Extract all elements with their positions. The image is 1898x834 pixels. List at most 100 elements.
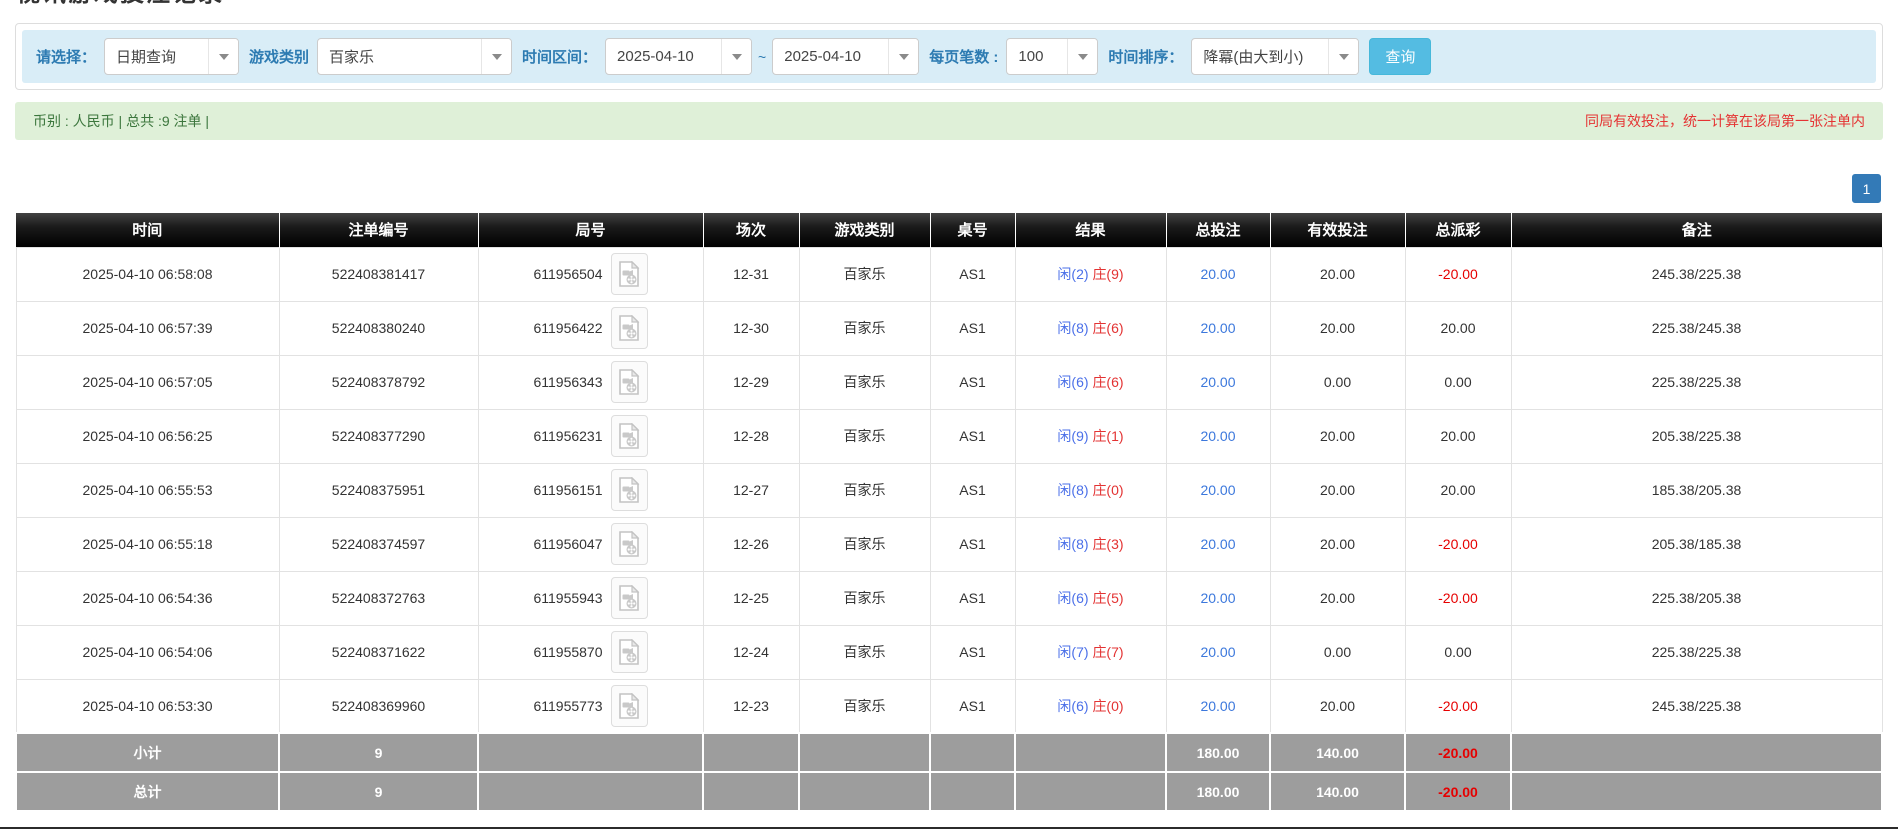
total-bet-cell: 20.00	[1166, 517, 1270, 571]
date-to-value: 2025-04-10	[773, 39, 888, 74]
header-round: 局号	[478, 213, 703, 247]
result-banker: 庄(0)	[1092, 698, 1123, 714]
video-replay-button[interactable]	[611, 523, 648, 565]
valid-bet-cell: 20.00	[1270, 571, 1405, 625]
subtotal-row: 小计 9 180.00 140.00 -20.00	[16, 733, 1882, 772]
query-type-select[interactable]: 日期查询	[104, 38, 239, 75]
session-cell: 12-27	[703, 463, 799, 517]
valid-bet-cell: 20.00	[1270, 463, 1405, 517]
table-no-cell: AS1	[930, 625, 1015, 679]
bet-id-cell: 522408369960	[279, 679, 478, 733]
valid-bet-cell: 20.00	[1270, 517, 1405, 571]
video-replay-button[interactable]	[611, 361, 648, 403]
result-player: 闲(8)	[1057, 320, 1088, 336]
time-cell: 2025-04-10 06:57:39	[16, 301, 279, 355]
video-replay-button[interactable]	[611, 577, 648, 619]
header-valid-bet: 有效投注	[1270, 213, 1405, 247]
table-no-cell: AS1	[930, 409, 1015, 463]
bet-id-cell: 522408377290	[279, 409, 478, 463]
game-type-cell: 百家乐	[799, 247, 930, 301]
time-cell: 2025-04-10 06:53:30	[16, 679, 279, 733]
session-cell: 12-25	[703, 571, 799, 625]
round-number: 611956231	[533, 428, 602, 444]
total-bet-cell: 20.00	[1166, 679, 1270, 733]
round-number: 611955870	[533, 644, 602, 660]
session-cell: 12-24	[703, 625, 799, 679]
header-time: 时间	[16, 213, 279, 247]
total-bet-cell: 20.00	[1166, 409, 1270, 463]
result-banker: 庄(1)	[1092, 428, 1123, 444]
payout-cell: -20.00	[1405, 571, 1511, 625]
search-button[interactable]: 查询	[1369, 38, 1431, 75]
table-body: 2025-04-10 06:58:08522408381417611956504…	[16, 247, 1882, 733]
video-file-icon	[618, 693, 640, 719]
result-banker: 庄(0)	[1092, 482, 1123, 498]
round-cell: 611956231	[478, 409, 703, 463]
query-type-label: 请选择：	[36, 46, 96, 67]
table-no-cell: AS1	[930, 517, 1015, 571]
round-cell: 611956151	[478, 463, 703, 517]
payout-cell: -20.00	[1405, 247, 1511, 301]
time-sort-select[interactable]: 降冪(由大到小)	[1191, 38, 1359, 75]
table-no-cell: AS1	[930, 571, 1015, 625]
header-session: 场次	[703, 213, 799, 247]
table-row: 2025-04-10 06:54:36522408372763611955943…	[16, 571, 1882, 625]
video-replay-button[interactable]	[611, 307, 648, 349]
time-cell: 2025-04-10 06:57:05	[16, 355, 279, 409]
date-from-select[interactable]: 2025-04-10	[605, 38, 752, 75]
total-bet-cell: 20.00	[1166, 571, 1270, 625]
payout-cell: 20.00	[1405, 463, 1511, 517]
payout-cell: 0.00	[1405, 625, 1511, 679]
round-cell: 611956504	[478, 247, 703, 301]
header-result: 结果	[1015, 213, 1166, 247]
time-cell: 2025-04-10 06:55:53	[16, 463, 279, 517]
remark-cell: 225.38/225.38	[1511, 355, 1882, 409]
video-file-icon	[618, 531, 640, 557]
result-player: 闲(2)	[1057, 266, 1088, 282]
round-cell: 611956343	[478, 355, 703, 409]
total-payout: -20.00	[1405, 772, 1511, 811]
game-type-select[interactable]: 百家乐	[317, 38, 512, 75]
bet-id-cell: 522408378792	[279, 355, 478, 409]
round-number: 611956343	[533, 374, 602, 390]
table-no-cell: AS1	[930, 463, 1015, 517]
remark-cell: 205.38/185.38	[1511, 517, 1882, 571]
table-row: 2025-04-10 06:57:39522408380240611956422…	[16, 301, 1882, 355]
subtotal-payout: -20.00	[1405, 733, 1511, 772]
header-table-no: 桌号	[930, 213, 1015, 247]
round-number: 611956422	[533, 320, 602, 336]
result-cell: 闲(6) 庄(0)	[1015, 679, 1166, 733]
round-cell: 611956047	[478, 517, 703, 571]
time-cell: 2025-04-10 06:56:25	[16, 409, 279, 463]
round-number: 611956047	[533, 536, 602, 552]
result-player: 闲(6)	[1057, 698, 1088, 714]
time-sort-value: 降冪(由大到小)	[1192, 39, 1328, 74]
video-replay-button[interactable]	[611, 685, 648, 727]
round-cell: 611955870	[478, 625, 703, 679]
game-type-cell: 百家乐	[799, 409, 930, 463]
valid-bet-cell: 20.00	[1270, 247, 1405, 301]
payout-cell: 20.00	[1405, 409, 1511, 463]
video-file-icon	[618, 369, 640, 395]
round-cell: 611955943	[478, 571, 703, 625]
pagination: 1	[15, 174, 1881, 203]
session-cell: 12-28	[703, 409, 799, 463]
table-row: 2025-04-10 06:58:08522408381417611956504…	[16, 247, 1882, 301]
result-cell: 闲(9) 庄(1)	[1015, 409, 1166, 463]
result-player: 闲(9)	[1057, 428, 1088, 444]
result-cell: 闲(7) 庄(7)	[1015, 625, 1166, 679]
time-sort-label: 时间排序：	[1108, 46, 1183, 67]
video-replay-button[interactable]	[611, 631, 648, 673]
page-1-button[interactable]: 1	[1852, 174, 1881, 203]
page-size-select[interactable]: 100	[1006, 38, 1098, 75]
date-to-select[interactable]: 2025-04-10	[772, 38, 919, 75]
video-replay-button[interactable]	[611, 469, 648, 511]
total-bet-cell: 20.00	[1166, 247, 1270, 301]
video-replay-button[interactable]	[611, 415, 648, 457]
bet-records-table: 时间 注单编号 局号 场次 游戏类别 桌号 结果 总投注 有效投注 总派彩 备注…	[15, 213, 1883, 812]
session-cell: 12-30	[703, 301, 799, 355]
chevron-down-icon	[888, 39, 918, 74]
game-type-value: 百家乐	[318, 39, 481, 74]
chevron-down-icon	[721, 39, 751, 74]
video-replay-button[interactable]	[611, 253, 648, 295]
